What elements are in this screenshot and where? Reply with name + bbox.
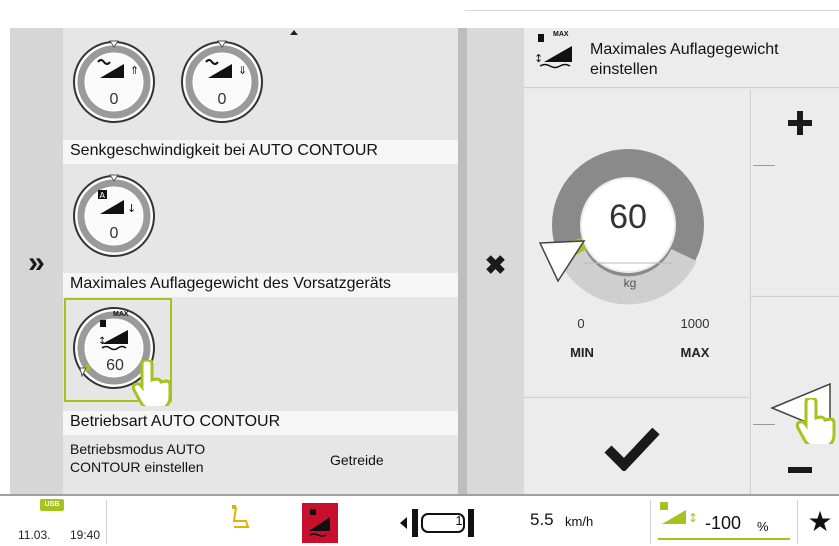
favorites-star-icon[interactable]: ★ [804, 506, 836, 538]
plus-icon [788, 111, 812, 135]
svg-text:⇑: ⇑ [130, 64, 139, 77]
divider [106, 500, 107, 544]
time-text: 19:40 [70, 528, 101, 542]
gauge-pointer-icon[interactable] [538, 237, 588, 285]
gauge-value: 60 [609, 198, 647, 236]
row-label-operating-mode: Betriebsart AUTO CONTOUR [63, 411, 458, 435]
max-weight-badge: MAX [113, 311, 129, 318]
expand-double-chevron-icon[interactable]: » [10, 245, 63, 281]
auto-lower-icon: A ↓ [73, 174, 155, 257]
slider-tick [753, 165, 775, 166]
percent-bar [658, 538, 790, 540]
auto-lower-tile[interactable]: A ↓ [72, 174, 156, 258]
svg-text:↕: ↕ [534, 52, 543, 65]
lower-speed-down-icon: ⇓ [181, 40, 263, 123]
lower-speed-up-tile[interactable]: ⇑ [72, 40, 156, 124]
top-bar [0, 0, 839, 28]
dialog-title: Maximales Auflagegewicht einstellen [590, 41, 779, 78]
divider [465, 10, 839, 11]
usb-badge: USB [40, 499, 64, 511]
date-text: 11.03. [18, 528, 51, 542]
hand-pointer-icon [795, 398, 836, 444]
max-label: MAX [680, 345, 710, 360]
percent-value: -100 [705, 513, 742, 533]
speed-unit: km/h [565, 514, 594, 529]
list-scrollbar[interactable] [458, 28, 467, 494]
lower-speed-up-icon: ⇑ [73, 40, 155, 123]
divider [650, 500, 651, 544]
min-value: 0 [577, 316, 585, 331]
lower-speed-up-value: 0 [109, 91, 119, 108]
minus-icon [788, 467, 812, 473]
row-label-max-weight: Maximales Auflagegewicht des Vorsatzgerä… [63, 273, 458, 297]
seat-icon[interactable] [230, 505, 252, 531]
auto-contour-icon[interactable]: ↕ [658, 502, 700, 528]
svg-text:↓: ↓ [127, 202, 136, 215]
max-weight-value: 60 [106, 357, 124, 374]
divider [797, 500, 798, 544]
lower-speed-down-tile[interactable]: ⇓ [180, 40, 264, 124]
min-label: MIN [570, 345, 594, 360]
svg-text:↕: ↕ [98, 336, 106, 347]
gear-value: 1 [455, 513, 463, 528]
close-icon[interactable]: ✖ [467, 250, 524, 280]
row-label-lower-speed: Senkgeschwindigkeit bei AUTO CONTOUR [63, 140, 458, 164]
max-value: 1000 [680, 316, 710, 331]
speed-value: 5.5 [530, 510, 554, 529]
auto-lower-value: 0 [109, 225, 119, 242]
dialog-max-badge: MAX [553, 31, 569, 38]
hand-pointer-icon [131, 360, 172, 406]
header-warning-icon[interactable] [302, 503, 338, 543]
lower-speed-down-value: 0 [217, 91, 227, 108]
operating-mode-value: Getreide [330, 452, 384, 468]
svg-text:↕: ↕ [688, 511, 698, 525]
checkmark-icon [604, 427, 660, 471]
percent-unit: % [757, 519, 769, 534]
svg-text:⇓: ⇓ [238, 64, 247, 77]
scroll-up-indicator[interactable] [290, 30, 298, 35]
svg-text:A: A [100, 191, 106, 200]
gauge-unit: kg [623, 276, 637, 290]
operating-mode-label: Betriebsmodus AUTO CONTOUR einstellen [70, 441, 206, 475]
